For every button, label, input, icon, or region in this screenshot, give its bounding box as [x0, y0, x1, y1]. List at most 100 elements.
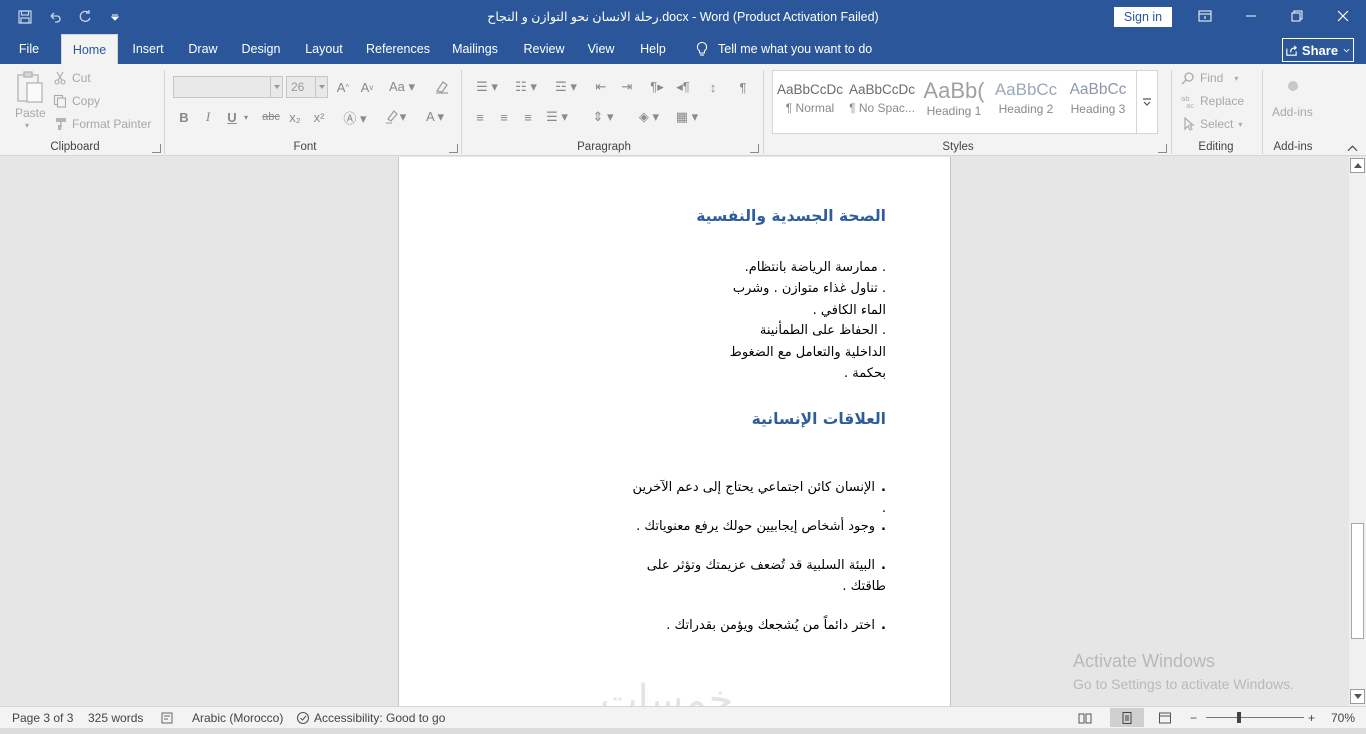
increase-indent-icon[interactable]: ⇥	[617, 77, 637, 97]
page-count[interactable]: Page 3 of 3	[12, 711, 73, 725]
restore-icon[interactable]	[1274, 0, 1320, 32]
save-icon[interactable]	[12, 6, 38, 28]
paste-dropdown-icon[interactable]: ▾	[25, 121, 29, 130]
format-painter-label: Format Painter	[72, 117, 152, 131]
highlight-icon[interactable]: ▾	[378, 108, 412, 126]
add-ins-icon[interactable]	[1282, 76, 1304, 96]
document-area[interactable]: الصحة الجسدية والنفسية . ممارسة الرياضة …	[0, 157, 1349, 706]
rtl-direction-icon[interactable]: ◂¶	[673, 77, 693, 97]
paragraph-launcher-icon[interactable]	[750, 144, 759, 153]
align-center-icon[interactable]: ≡	[494, 108, 514, 126]
ltr-direction-icon[interactable]: ¶▸	[647, 77, 667, 97]
bold-button[interactable]: B	[176, 108, 192, 126]
vertical-scrollbar[interactable]	[1349, 157, 1366, 706]
italic-button[interactable]: I	[200, 108, 216, 126]
document-page[interactable]: الصحة الجسدية والنفسية . ممارسة الرياضة …	[398, 157, 951, 706]
language-status[interactable]: Arabic (Morocco)	[192, 711, 283, 725]
tab-file[interactable]: File	[8, 34, 50, 64]
tab-design[interactable]: Design	[234, 34, 288, 64]
style-preview: AaBbCcDc	[848, 82, 916, 97]
tab-layout[interactable]: Layout	[298, 34, 350, 64]
subscript-button[interactable]: x₂	[286, 108, 304, 126]
format-painter-button[interactable]: Format Painter	[53, 117, 151, 131]
tab-home[interactable]: Home	[61, 34, 118, 64]
font-size-combo[interactable]: 26	[286, 76, 328, 98]
zoom-in-button[interactable]: +	[1308, 711, 1315, 725]
paste-icon[interactable]	[14, 70, 46, 106]
strikethrough-button[interactable]: abc	[260, 108, 282, 126]
style-heading-1[interactable]: AaBb( Heading 1	[920, 76, 988, 128]
sign-in-button[interactable]: Sign in	[1114, 7, 1172, 27]
clear-formatting-icon[interactable]	[432, 77, 452, 97]
font-launcher-icon[interactable]	[449, 144, 458, 153]
tab-insert[interactable]: Insert	[124, 34, 172, 64]
change-case-icon[interactable]: Aa ▾	[386, 77, 418, 97]
tab-mailings[interactable]: Mailings	[446, 34, 504, 64]
align-right-icon[interactable]: ≡	[518, 108, 538, 126]
ribbon-display-options-icon[interactable]	[1182, 0, 1228, 32]
font-name-combo[interactable]	[173, 76, 283, 98]
styles-more-icon[interactable]	[1136, 70, 1158, 134]
select-button[interactable]: Select ▾	[1181, 117, 1242, 131]
scroll-thumb[interactable]	[1351, 523, 1364, 639]
redo-icon[interactable]	[72, 6, 98, 28]
close-icon[interactable]	[1320, 0, 1366, 32]
multilevel-list-icon[interactable]: ☲ ▾	[549, 77, 583, 97]
font-color-icon[interactable]: A ▾	[418, 108, 452, 126]
shading-icon[interactable]: ◈ ▾	[632, 108, 666, 126]
borders-icon[interactable]: ▦ ▾	[670, 108, 704, 126]
zoom-slider-thumb[interactable]	[1237, 712, 1241, 723]
grow-font-icon[interactable]: A ^	[334, 77, 352, 97]
tell-me-search[interactable]: Tell me what you want to do	[694, 34, 872, 64]
zoom-level[interactable]: 70%	[1331, 711, 1355, 725]
zoom-out-button[interactable]: −	[1190, 711, 1197, 725]
underline-dropdown-icon[interactable]: ▾	[240, 108, 252, 126]
tab-draw[interactable]: Draw	[182, 34, 224, 64]
tab-references[interactable]: References	[362, 34, 434, 64]
line-spacing-icon[interactable]: ⇕ ▾	[586, 108, 620, 126]
style-heading-3[interactable]: AaBbCc Heading 3	[1064, 76, 1132, 128]
show-formatting-icon[interactable]: ¶	[733, 77, 753, 97]
justify-icon[interactable]: ☰ ▾	[542, 108, 572, 126]
accessibility-status[interactable]: Accessibility: Good to go	[296, 711, 445, 725]
select-label: Select	[1200, 117, 1234, 131]
add-ins-button[interactable]: Add-ins	[1272, 105, 1313, 119]
minimize-icon[interactable]	[1228, 0, 1274, 32]
find-button[interactable]: Find ▾	[1181, 71, 1238, 85]
zoom-slider[interactable]	[1206, 717, 1304, 718]
undo-icon[interactable]	[42, 6, 68, 28]
chevron-down-icon	[1343, 48, 1350, 52]
customize-qat-icon[interactable]	[102, 6, 128, 28]
style-normal[interactable]: AaBbCcDc ¶ Normal	[776, 76, 844, 128]
print-layout-icon[interactable]	[1110, 708, 1144, 727]
clipboard-launcher-icon[interactable]	[152, 144, 161, 153]
collapse-ribbon-icon[interactable]	[1342, 142, 1362, 154]
align-left-icon[interactable]: ≡	[470, 108, 490, 126]
numbering-icon[interactable]: ☷ ▾	[509, 77, 543, 97]
read-mode-icon[interactable]	[1078, 711, 1092, 725]
copy-button[interactable]: Copy	[53, 94, 100, 108]
style-heading-2[interactable]: AaBbCc Heading 2	[992, 76, 1060, 128]
underline-button[interactable]: U	[224, 108, 240, 126]
share-button[interactable]: Share	[1282, 38, 1354, 62]
text-effects-icon[interactable]: Ⓐ ▾	[340, 108, 370, 126]
superscript-button[interactable]: x²	[310, 108, 328, 126]
styles-group-label: Styles	[942, 141, 974, 153]
tab-view[interactable]: View	[582, 34, 620, 64]
tab-review[interactable]: Review	[518, 34, 570, 64]
word-count[interactable]: 325 words	[88, 711, 143, 725]
replace-button[interactable]: ab ac Replace	[1181, 94, 1244, 108]
sort-icon[interactable]: ↕	[703, 77, 723, 97]
paste-label[interactable]: Paste	[15, 106, 46, 120]
web-layout-icon[interactable]	[1158, 711, 1172, 725]
cut-button[interactable]: Cut	[53, 71, 91, 85]
shrink-font-icon[interactable]: Av	[358, 77, 376, 97]
style-no-spacing[interactable]: AaBbCcDc ¶ No Spac...	[848, 76, 916, 128]
bullets-icon[interactable]: ☰ ▾	[470, 77, 504, 97]
scroll-up-button[interactable]	[1350, 158, 1365, 173]
proofing-icon[interactable]	[160, 711, 174, 725]
scroll-down-button[interactable]	[1350, 689, 1365, 704]
decrease-indent-icon[interactable]: ⇤	[591, 77, 611, 97]
styles-launcher-icon[interactable]	[1158, 144, 1167, 153]
tab-help[interactable]: Help	[632, 34, 674, 64]
